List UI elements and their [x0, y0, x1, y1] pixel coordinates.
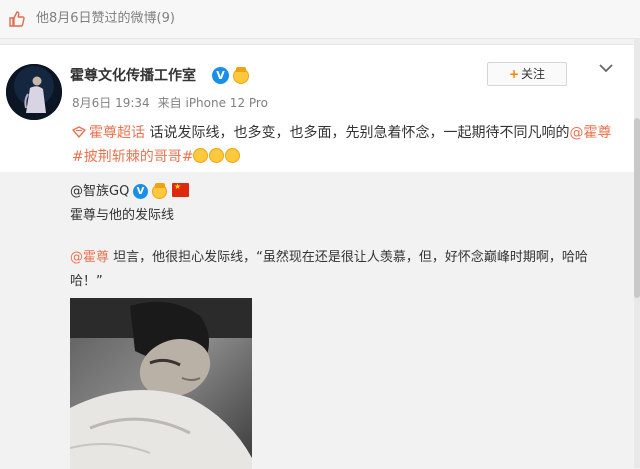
super-topic-link[interactable]: 霍尊超话 [89, 125, 145, 141]
post-photo[interactable] [70, 298, 252, 469]
crown-emoji-icon [193, 148, 209, 163]
thumbs-up-icon [9, 11, 25, 27]
repost-quote: @霍尊 坦言，他很担心发际线，“虽然现在还是很让人羡慕，但，好怀念巅峰时期啊，哈… [70, 246, 600, 294]
liked-posts-title[interactable]: 他8月6日赞过的微博(9) [36, 10, 175, 28]
scrollbar-thumb[interactable] [634, 118, 640, 298]
repost-caption: 霍尊与他的发际线 [70, 208, 175, 223]
reposted-content: @智族GQ V 霍尊与他的发际线 @霍尊 坦言，他很担心发际线，“虽然现在还是很… [0, 172, 634, 469]
mention-link[interactable]: @霍尊 [569, 125, 611, 141]
liked-posts-header: 他8月6日赞过的微博(9) [0, 0, 640, 39]
repost-author-link[interactable]: @智族GQ [70, 182, 129, 202]
avatar[interactable] [6, 64, 62, 120]
chevron-down-icon[interactable] [598, 63, 614, 73]
portrait-photo [70, 298, 252, 469]
repost-quote-text: 坦言，他很担心发际线，“虽然现在还是很让人羡慕，但，好怀念巅峰时期啊，哈哈哈！” [70, 250, 588, 289]
post-text: 话说发际线，也多变，也多面，先别急着怀念，一起期待不同凡响的 [145, 125, 570, 141]
crown-emoji-icon [152, 183, 167, 199]
avatar-image [6, 64, 62, 120]
crown-emoji-icon [209, 148, 225, 163]
v-badge-icon: V [212, 67, 229, 84]
v-badge-icon: V [133, 184, 148, 199]
weibo-post-card: 霍尊文化传播工作室 V + 关注 8月6日 19:34 来自 iPhone 12 P… [0, 44, 634, 469]
follow-label: 关注 [521, 67, 546, 81]
hashtag-link[interactable]: #披荆斩棘的哥哥# [72, 149, 193, 165]
crown-emoji-icon [233, 67, 249, 84]
crown-emoji-icon [225, 148, 241, 163]
super-topic-icon [72, 126, 86, 138]
mention-link[interactable]: @霍尊 [70, 250, 109, 265]
post-source: 来自 iPhone 12 Pro [157, 96, 268, 110]
scrollbar[interactable] [634, 38, 640, 468]
plus-icon: + [508, 67, 520, 81]
china-flag-icon [172, 182, 189, 197]
follow-button[interactable]: + 关注 [487, 62, 567, 86]
post-date[interactable]: 8月6日 19:34 [72, 96, 150, 110]
post-meta: 8月6日 19:34 来自 iPhone 12 Pro [72, 95, 268, 111]
post-body: 霍尊超话 话说发际线，也多变，也多面，先别急着怀念，一起期待不同凡响的@霍尊 #… [72, 121, 612, 169]
post-author-name[interactable]: 霍尊文化传播工作室 [70, 66, 196, 86]
